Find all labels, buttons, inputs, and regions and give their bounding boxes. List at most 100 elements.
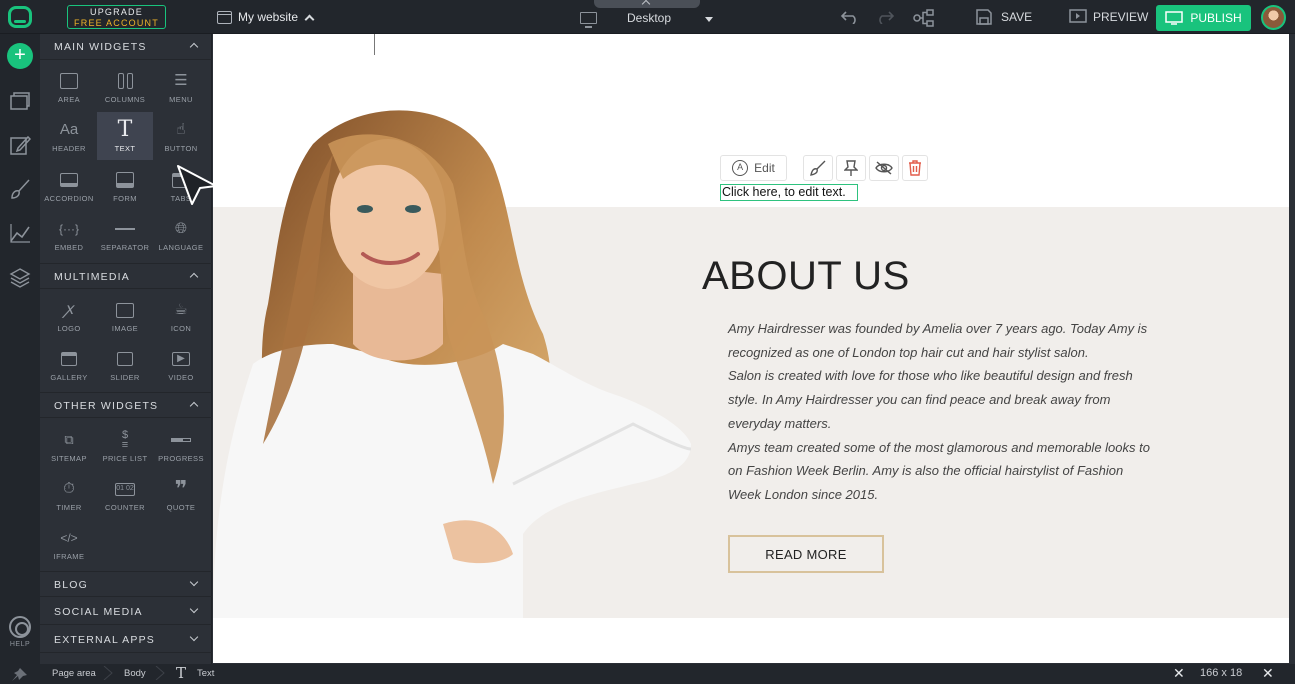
other-widgets-header[interactable]: OTHER WIDGETS bbox=[40, 392, 212, 418]
read-more-button[interactable]: READ MORE bbox=[728, 535, 884, 573]
widget-counter[interactable]: 01 02 COUNTER bbox=[97, 471, 153, 519]
separator-line-icon bbox=[97, 217, 153, 241]
style-brush-button[interactable] bbox=[803, 155, 833, 181]
widget-columns[interactable]: COLUMNS bbox=[97, 63, 153, 111]
main-widgets-title: MAIN WIDGETS bbox=[54, 41, 147, 53]
device-selector[interactable]: Desktop bbox=[580, 6, 714, 30]
help-button[interactable]: HELP bbox=[8, 616, 32, 648]
text-cursor-line bbox=[374, 34, 375, 55]
top-bar: UPGRADE FREE ACCOUNT My website Desktop bbox=[0, 0, 1295, 34]
blog-header[interactable]: BLOG bbox=[40, 571, 212, 597]
window-icon bbox=[217, 10, 232, 24]
widget-timer[interactable]: ⏱︎ TIMER bbox=[41, 471, 97, 519]
widget-language[interactable]: 🌐︎ LANGUAGE bbox=[153, 211, 209, 259]
save-button[interactable]: SAVE bbox=[975, 7, 1032, 27]
about-heading[interactable]: ABOUT US bbox=[702, 254, 910, 299]
widget-quote[interactable]: ❞ QUOTE bbox=[153, 471, 209, 519]
widget-progress[interactable]: PROGRESS bbox=[153, 422, 209, 470]
widget-price-list[interactable]: $ ≡ PRICE LIST bbox=[97, 422, 153, 470]
widget-logo[interactable]: ꭗ LOGO bbox=[41, 292, 97, 340]
hide-button[interactable] bbox=[869, 155, 899, 181]
widget-label: HEADER bbox=[52, 144, 86, 153]
embed-code-icon: {···} bbox=[58, 222, 79, 236]
breadcrumb-body[interactable]: Body bbox=[124, 668, 146, 679]
external-apps-header[interactable]: EXTERNAL APPS bbox=[40, 627, 212, 653]
sitemap-structure-icon[interactable] bbox=[913, 9, 935, 27]
widget-separator[interactable]: SEPARATOR bbox=[97, 211, 153, 259]
status-bar: Page area Body T Text ✕ 166 x 18 ✕ bbox=[0, 664, 1295, 684]
website-name: My website bbox=[238, 10, 299, 24]
widget-label: ICON bbox=[170, 324, 192, 333]
free-account-label: FREE ACCOUNT bbox=[74, 18, 159, 28]
preview-button[interactable]: PREVIEW bbox=[1069, 7, 1148, 27]
widget-icon[interactable]: ☕︎ ICON bbox=[153, 292, 209, 340]
widget-label: AREA bbox=[57, 95, 81, 104]
preview-label: PREVIEW bbox=[1093, 10, 1149, 24]
widget-gallery[interactable]: GALLERY bbox=[41, 341, 97, 389]
widget-header[interactable]: Aa HEADER bbox=[41, 112, 97, 160]
layers-icon[interactable] bbox=[9, 266, 31, 288]
undo-icon[interactable] bbox=[840, 10, 860, 24]
main-widgets-header[interactable]: MAIN WIDGETS bbox=[40, 34, 212, 60]
edit-label: Edit bbox=[754, 161, 775, 175]
widget-accordion[interactable]: ACCORDION bbox=[41, 162, 97, 210]
add-widget-plus-icon[interactable]: + bbox=[7, 43, 33, 69]
widget-sitemap[interactable]: ⧉ SITEMAP bbox=[41, 422, 97, 470]
about-paragraph: Salon is created with love for those who… bbox=[728, 368, 1133, 431]
widget-label: GALLERY bbox=[50, 373, 88, 382]
edit-button[interactable]: A Edit bbox=[720, 155, 787, 181]
multimedia-header[interactable]: MULTIMEDIA bbox=[40, 263, 212, 289]
social-media-header[interactable]: SOCIAL MEDIA bbox=[40, 599, 212, 625]
external-apps-title: EXTERNAL APPS bbox=[54, 634, 155, 646]
pin-icon[interactable] bbox=[10, 667, 28, 682]
pin-button[interactable] bbox=[836, 155, 866, 181]
widget-label: TEXT bbox=[114, 144, 136, 153]
about-text[interactable]: Amy Hairdresser was founded by Amelia ov… bbox=[728, 317, 1158, 507]
widget-button[interactable]: ☝ BUTTON bbox=[153, 112, 209, 160]
help-label: HELP bbox=[9, 641, 31, 648]
widget-video[interactable]: ▶ VIDEO bbox=[153, 341, 209, 389]
selected-text-element[interactable]: Click here, to edit text. bbox=[720, 184, 858, 201]
widget-label: PRICE LIST bbox=[102, 454, 148, 463]
accordion-icon bbox=[41, 168, 97, 192]
publish-button[interactable]: PUBLISH bbox=[1156, 5, 1251, 31]
publish-screen-icon bbox=[1165, 11, 1184, 25]
widget-text[interactable]: T TEXT bbox=[97, 112, 153, 160]
lifebuoy-icon bbox=[9, 616, 31, 638]
page-canvas[interactable]: A Edit Click here, to edit text. ABOUT U… bbox=[213, 34, 1289, 663]
widget-image[interactable]: IMAGE bbox=[97, 292, 153, 340]
widget-form[interactable]: FORM bbox=[97, 162, 153, 210]
redo-icon[interactable] bbox=[875, 10, 895, 24]
social-media-title: SOCIAL MEDIA bbox=[54, 606, 143, 618]
about-paragraph: Amy Hairdresser was founded by Amelia ov… bbox=[728, 321, 1148, 360]
progress-bar-icon bbox=[153, 428, 209, 452]
edit-content-icon[interactable] bbox=[9, 134, 31, 156]
brush-icon bbox=[810, 160, 826, 176]
widget-area[interactable]: AREA bbox=[41, 63, 97, 111]
design-brush-icon[interactable] bbox=[9, 178, 31, 200]
monitor-icon bbox=[580, 12, 597, 28]
woman-photo[interactable] bbox=[213, 104, 693, 618]
widget-embed[interactable]: {···} EMBED bbox=[41, 211, 97, 259]
widget-label: ACCORDION bbox=[44, 194, 94, 203]
floppy-disk-icon bbox=[976, 9, 992, 25]
website-selector[interactable]: My website bbox=[217, 8, 315, 26]
image-icon bbox=[97, 298, 153, 322]
widget-iframe[interactable]: </> IFRAME bbox=[41, 520, 97, 568]
canvas-scrollbar[interactable] bbox=[1289, 34, 1295, 663]
user-avatar[interactable] bbox=[1261, 5, 1286, 30]
widget-slider[interactable]: SLIDER bbox=[97, 341, 153, 389]
breadcrumb-page-area[interactable]: Page area bbox=[52, 668, 96, 679]
app-logo-icon[interactable] bbox=[8, 6, 32, 28]
pages-icon[interactable] bbox=[9, 90, 31, 112]
breadcrumb-text[interactable]: Text bbox=[197, 668, 214, 679]
upgrade-button[interactable]: UPGRADE FREE ACCOUNT bbox=[67, 5, 166, 29]
slider-icon bbox=[97, 347, 153, 371]
widget-menu[interactable]: ☰ MENU bbox=[153, 63, 209, 111]
about-paragraph: Amys team created some of the most glamo… bbox=[728, 439, 1150, 502]
close-icon[interactable]: ✕ bbox=[1262, 665, 1274, 682]
close-icon[interactable]: ✕ bbox=[1173, 665, 1185, 682]
chevron-down-icon bbox=[189, 604, 199, 614]
delete-button[interactable] bbox=[902, 155, 928, 181]
analytics-chart-icon[interactable] bbox=[9, 222, 31, 244]
